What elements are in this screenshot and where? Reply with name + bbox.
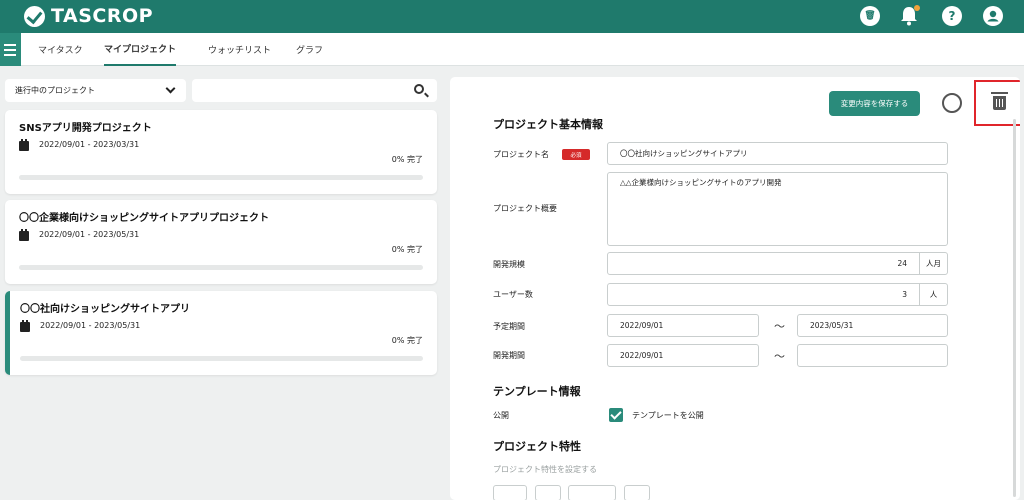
- chevron-down-icon: [165, 83, 176, 94]
- tab-my-tasks[interactable]: マイタスク: [38, 33, 83, 66]
- menu-icon[interactable]: [0, 33, 21, 66]
- project-dates: 2022/09/01 - 2023/03/31: [39, 140, 140, 149]
- dev-scale-value: 24: [897, 259, 907, 268]
- template-info-title: テンプレート情報: [493, 385, 581, 398]
- top-header: TASCROP 🗑 ?: [0, 0, 1024, 33]
- dev-end-input[interactable]: [797, 344, 948, 367]
- trait-chip[interactable]: [535, 485, 561, 500]
- trash-circle-icon[interactable]: 🗑: [859, 5, 881, 27]
- progress-bar: [19, 175, 423, 180]
- progress-label: 0% 完了: [391, 336, 423, 345]
- basic-info-title: プロジェクト基本情報: [493, 118, 603, 131]
- user-count-value: 3: [902, 290, 907, 299]
- trait-chip[interactable]: [568, 485, 616, 500]
- user-count-label: ユーザー数: [493, 290, 533, 299]
- search-input[interactable]: [192, 79, 437, 102]
- user-count-input[interactable]: 3: [607, 283, 948, 306]
- publish-template-checkbox[interactable]: [609, 408, 623, 422]
- project-summary-label: プロジェクト概要: [493, 204, 557, 213]
- notification-dot: [914, 5, 920, 11]
- calendar-icon: [20, 320, 30, 332]
- nav-bar: マイタスク マイプロジェクト ウォッチリスト グラフ: [0, 33, 1024, 66]
- complete-toggle-icon[interactable]: [942, 93, 962, 113]
- project-card-selected[interactable]: 〇〇社向けショッピングサイトアプリ 2022/09/01 - 2023/05/3…: [5, 291, 437, 375]
- project-name-input[interactable]: 〇〇社向けショッピングサイトアプリ: [607, 142, 948, 165]
- project-name-label: プロジェクト名: [493, 150, 549, 159]
- dev-start-input[interactable]: 2022/09/01: [607, 344, 759, 367]
- user-icon[interactable]: [982, 5, 1004, 27]
- trait-chip[interactable]: [624, 485, 650, 500]
- tab-watchlist[interactable]: ウォッチリスト: [208, 33, 271, 66]
- required-badge: 必須: [562, 149, 590, 160]
- calendar-icon: [19, 139, 29, 151]
- brand-name: TASCROP: [51, 5, 154, 27]
- project-traits-title: プロジェクト特性: [493, 440, 581, 453]
- progress-bar: [19, 265, 423, 270]
- project-title: SNSアプリ開発プロジェクト: [19, 123, 152, 134]
- dev-scale-unit: 人月: [919, 253, 947, 274]
- project-title: 〇〇企業様向けショッピングサイトアプリプロジェクト: [19, 213, 269, 224]
- dev-period-label: 開発期間: [493, 351, 525, 360]
- progress-label: 0% 完了: [391, 155, 423, 164]
- range-separator: ～: [774, 350, 785, 363]
- tab-my-projects[interactable]: マイプロジェクト: [104, 33, 177, 66]
- public-label: 公開: [493, 411, 509, 420]
- scrollbar[interactable]: [1013, 119, 1016, 497]
- dev-scale-input[interactable]: 24: [607, 252, 948, 275]
- project-dates: 2022/09/01 - 2023/05/31: [40, 321, 141, 330]
- project-card[interactable]: 〇〇企業様向けショッピングサイトアプリプロジェクト 2022/09/01 - 2…: [5, 200, 437, 284]
- logo-check-icon: [24, 5, 45, 27]
- publish-template-label: テンプレートを公開: [632, 411, 704, 420]
- planned-period-label: 予定期間: [493, 322, 525, 331]
- project-filter-select[interactable]: 進行中のプロジェクト: [5, 79, 186, 102]
- filter-selected-value: 進行中のプロジェクト: [15, 86, 95, 95]
- project-summary-textarea[interactable]: △△企業様向けショッピングサイトのアプリ開発: [607, 172, 948, 246]
- calendar-icon: [19, 229, 29, 241]
- project-dates: 2022/09/01 - 2023/05/31: [39, 230, 140, 239]
- dev-scale-label: 開発規模: [493, 260, 525, 269]
- trait-chip[interactable]: [493, 485, 527, 500]
- project-title: 〇〇社向けショッピングサイトアプリ: [20, 304, 190, 315]
- save-changes-button[interactable]: 変更内容を保存する: [829, 91, 920, 116]
- help-icon[interactable]: ?: [941, 5, 963, 27]
- bell-icon[interactable]: [898, 5, 920, 27]
- project-traits-hint: プロジェクト特性を設定する: [493, 465, 597, 474]
- range-separator: ～: [774, 320, 785, 333]
- search-icon[interactable]: [414, 84, 424, 94]
- project-card[interactable]: SNSアプリ開発プロジェクト 2022/09/01 - 2023/03/31 0…: [5, 110, 437, 194]
- progress-label: 0% 完了: [391, 245, 423, 254]
- project-detail-panel: 変更内容を保存する プロジェクト基本情報 プロジェクト名 必須 〇〇社向けショッ…: [450, 77, 1020, 500]
- app-logo[interactable]: TASCROP: [24, 3, 153, 29]
- trash-icon[interactable]: [991, 92, 1008, 110]
- progress-bar: [20, 356, 423, 361]
- tab-graph[interactable]: グラフ: [296, 33, 323, 66]
- planned-end-input[interactable]: 2023/05/31: [797, 314, 948, 337]
- planned-start-input[interactable]: 2022/09/01: [607, 314, 759, 337]
- user-count-unit: 人: [919, 284, 947, 305]
